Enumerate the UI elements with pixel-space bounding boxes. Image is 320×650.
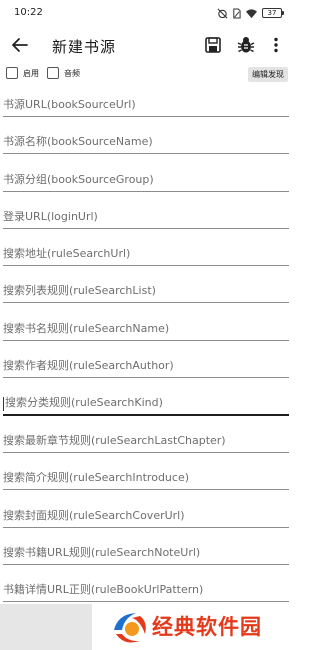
- field-book-source-url[interactable]: 书源URL(bookSourceUrl): [3, 93, 289, 117]
- watermark-text: 经典软件园: [152, 615, 262, 639]
- edit-discover-button[interactable]: 编辑发现: [248, 67, 288, 82]
- field-placeholder: 搜索书籍URL规则(ruleSearchNoteUrl): [3, 546, 201, 559]
- battery-icon: 37: [262, 8, 284, 18]
- status-time: 10:22: [14, 7, 43, 18]
- back-arrow-icon[interactable]: [8, 33, 32, 57]
- field-rule-search-author[interactable]: 搜索作者规则(ruleSearchAuthor): [3, 354, 289, 378]
- field-rule-search-note-url[interactable]: 搜索书籍URL规则(ruleSearchNoteUrl): [3, 541, 289, 565]
- field-placeholder: 搜索最新章节规则(ruleSearchLastChapter): [3, 434, 226, 447]
- enable-label: 启用: [23, 68, 39, 78]
- status-icons: 37: [217, 7, 284, 19]
- field-placeholder: 登录URL(loginUrl): [3, 210, 98, 223]
- field-placeholder: 搜索作者规则(ruleSearchAuthor): [3, 359, 174, 372]
- watermark-logo-icon: [114, 613, 146, 643]
- toolbar: 新建书源: [0, 26, 292, 64]
- alarm-off-icon: [217, 8, 228, 18]
- watermark: 经典软件园: [108, 606, 292, 646]
- field-placeholder: 搜索简介规则(ruleSearchIntroduce): [3, 471, 190, 484]
- field-rule-search-name[interactable]: 搜索书名规则(ruleSearchName): [3, 317, 289, 341]
- checkbox-box[interactable]: [6, 67, 18, 79]
- save-icon[interactable]: [203, 35, 223, 55]
- field-placeholder: 搜索地址(ruleSearchUrl): [3, 247, 131, 260]
- field-placeholder: 书籍详情URL正则(ruleBookUrlPattern): [3, 583, 204, 596]
- field-rule-search-list[interactable]: 搜索列表规则(ruleSearchList): [3, 279, 289, 303]
- field-book-source-name[interactable]: 书源名称(bookSourceName): [3, 130, 289, 154]
- field-login-url[interactable]: 登录URL(loginUrl): [3, 205, 289, 229]
- options-row: 启用 音频 编辑发现: [0, 66, 292, 84]
- checkbox-box[interactable]: [47, 67, 59, 79]
- text-caret: [3, 397, 4, 411]
- bug-icon[interactable]: [236, 35, 256, 55]
- field-placeholder: 搜索封面规则(ruleSearchCoverUrl): [3, 509, 185, 522]
- field-placeholder: 搜索列表规则(ruleSearchList): [3, 284, 156, 297]
- field-placeholder: 搜索书名规则(ruleSearchName): [3, 322, 170, 335]
- audio-checkbox[interactable]: 音频: [47, 67, 80, 79]
- field-rule-search-url[interactable]: 搜索地址(ruleSearchUrl): [3, 242, 289, 266]
- field-placeholder: 书源分组(bookSourceGroup): [3, 173, 154, 186]
- field-placeholder: 书源名称(bookSourceName): [3, 135, 153, 148]
- sim-icon: [233, 8, 241, 18]
- status-bar: 10:22 37: [0, 0, 292, 26]
- field-book-source-group[interactable]: 书源分组(bookSourceGroup): [3, 168, 289, 192]
- enable-checkbox[interactable]: 启用: [6, 67, 39, 79]
- field-rule-search-last-chapter[interactable]: 搜索最新章节规则(ruleSearchLastChapter): [3, 429, 289, 453]
- field-rule-search-cover-url[interactable]: 搜索封面规则(ruleSearchCoverUrl): [3, 504, 289, 528]
- wifi-icon: [246, 8, 257, 18]
- field-rule-search-kind[interactable]: 搜索分类规则(ruleSearchKind): [3, 392, 289, 416]
- bottom-panel: [0, 604, 92, 650]
- field-rule-search-introduce[interactable]: 搜索简介规则(ruleSearchIntroduce): [3, 466, 289, 490]
- more-vert-icon[interactable]: [266, 35, 286, 55]
- field-rule-book-url-pattern[interactable]: 书籍详情URL正则(ruleBookUrlPattern): [3, 578, 289, 602]
- page-title: 新建书源: [52, 38, 117, 56]
- audio-label: 音频: [64, 68, 80, 78]
- field-placeholder: 搜索分类规则(ruleSearchKind): [5, 396, 163, 409]
- field-placeholder: 书源URL(bookSourceUrl): [3, 98, 136, 111]
